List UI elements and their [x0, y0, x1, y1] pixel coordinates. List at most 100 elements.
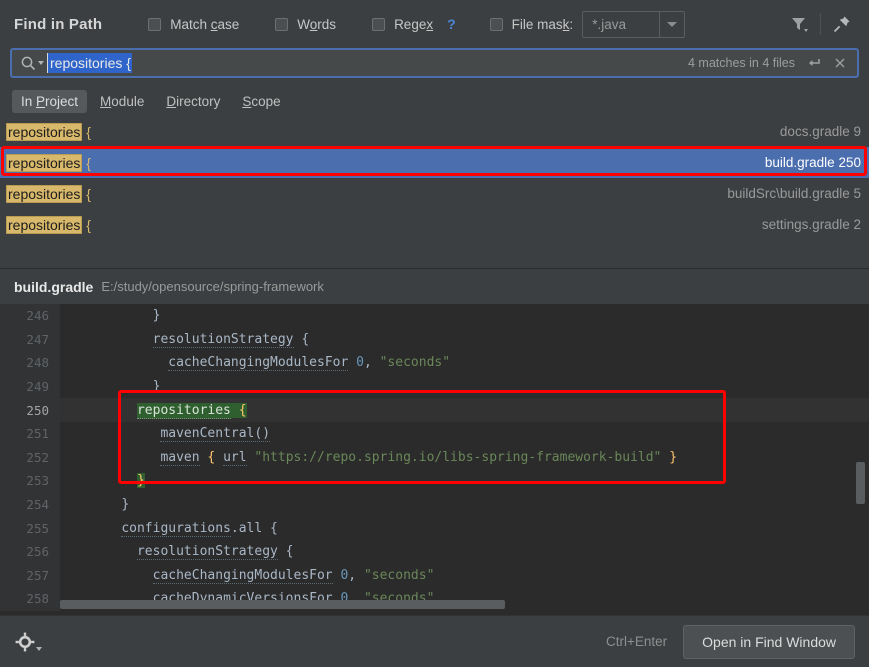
open-in-find-window-button[interactable]: Open in Find Window: [683, 624, 855, 659]
code-token: maven: [160, 449, 200, 466]
words-checkbox[interactable]: [275, 17, 289, 31]
scope-tabs: In Project Module Directory Scope: [0, 86, 869, 116]
line-number: 250: [0, 398, 60, 422]
bottom-actions: Ctrl+Enter Open in Find Window: [606, 624, 855, 659]
code-token: "https://repo.spring.io/libs-spring-fram…: [246, 449, 662, 465]
code-line: 254 }: [0, 492, 869, 517]
code-line: 247 resolutionStrategy {: [0, 327, 869, 352]
line-number: 255: [0, 516, 60, 540]
code-token: }: [136, 473, 145, 489]
code-token: "seconds": [379, 355, 451, 371]
match-highlight: repositories: [6, 122, 83, 141]
vertical-scrollbar[interactable]: [856, 462, 865, 504]
code-line: 252 maven { url "https://repo.spring.io/…: [0, 445, 869, 470]
file-mask-group: File mask: *.java: [489, 10, 686, 38]
match-case-checkbox[interactable]: [148, 17, 162, 31]
line-number: 257: [0, 563, 60, 588]
search-row: repositories { 4 matches in 4 files: [0, 48, 869, 86]
preview-header: build.gradle E:/study/opensource/spring-…: [0, 268, 869, 304]
code-line: 246 }: [0, 304, 869, 328]
line-number: 249: [0, 374, 60, 399]
code-token: ,: [348, 567, 364, 583]
horizontal-scrollbar[interactable]: [60, 600, 505, 609]
line-number: 258: [0, 587, 60, 611]
result-file-label: docs.gradle 9: [779, 124, 861, 139]
line-number: 247: [0, 327, 60, 352]
code-line: 251 mavenCentral(): [0, 421, 869, 446]
match-case-label: Match case: [170, 16, 240, 32]
code-token: {: [230, 402, 247, 418]
line-number: 256: [0, 539, 60, 564]
table-row[interactable]: repositories { docs.gradle 9: [0, 116, 869, 147]
result-preview-text: repositories {: [6, 184, 91, 203]
option-words[interactable]: Words: [275, 17, 336, 32]
file-mask-checkbox[interactable]: [489, 17, 503, 31]
code-line: 248 cacheChangingModulesFor 0, "seconds": [0, 351, 869, 375]
table-row[interactable]: repositories { settings.gradle 2: [0, 209, 869, 240]
search-magnifier-icon[interactable]: [18, 55, 47, 72]
regex-help-link[interactable]: ?: [447, 16, 456, 32]
line-number: 248: [0, 351, 60, 375]
pin-icon[interactable]: [825, 7, 859, 41]
scope-tab-directory[interactable]: Directory: [157, 90, 229, 113]
results-list: repositories { docs.gradle 9 repositorie…: [0, 116, 869, 240]
line-number: 251: [0, 421, 60, 446]
table-row[interactable]: repositories { buildSrc\build.gradle 5: [0, 178, 869, 209]
preview-file-name: build.gradle: [14, 278, 94, 295]
line-number: 252: [0, 445, 60, 470]
result-preview-text: repositories {: [6, 215, 91, 234]
scope-tab-module[interactable]: Module: [91, 90, 153, 113]
code-token: }: [152, 308, 161, 324]
match-highlight: repositories: [6, 153, 83, 172]
bottom-bar: Ctrl+Enter Open in Find Window: [0, 615, 869, 667]
code-match-highlight: repositories: [136, 402, 231, 419]
scope-tab-in-project[interactable]: In Project: [12, 89, 88, 113]
code-token: "seconds": [363, 567, 435, 583]
code-token: url: [223, 449, 247, 466]
code-preview[interactable]: 246 } 247 resolutionStrategy { 248 cache…: [0, 304, 869, 615]
code-token: mavenCentral(): [160, 426, 271, 443]
code-line: 249 }: [0, 374, 869, 399]
table-row[interactable]: repositories { build.gradle 250: [0, 147, 869, 178]
match-highlight: repositories: [6, 184, 83, 203]
regex-label: Regex: [394, 16, 434, 32]
line-number: 246: [0, 304, 60, 328]
regex-checkbox[interactable]: [372, 17, 386, 31]
code-token: resolutionStrategy: [136, 544, 278, 561]
code-token: {: [293, 331, 310, 347]
code-token: ,: [363, 355, 380, 371]
line-number: 254: [0, 492, 60, 517]
result-preview-text: repositories {: [6, 122, 91, 141]
shortcut-hint: Ctrl+Enter: [606, 634, 668, 649]
code-token: }: [661, 449, 678, 465]
code-token: }: [121, 497, 130, 513]
code-token: configurations: [121, 520, 231, 537]
code-token: .all {: [230, 520, 278, 536]
match-count-label: 4 matches in 4 files: [688, 56, 795, 70]
close-x-icon[interactable]: [831, 54, 849, 72]
filter-funnel-icon[interactable]: [782, 7, 816, 41]
search-field-right: 4 matches in 4 files: [688, 54, 851, 72]
find-in-path-dialog: Find in Path Match case Words Regex ? Fi…: [0, 0, 869, 667]
option-regex[interactable]: Regex ?: [372, 16, 456, 32]
code-token: cacheChangingModulesFor: [168, 355, 349, 372]
code-line: 253 }: [0, 469, 869, 493]
match-highlight: repositories: [6, 215, 83, 234]
return-arrow-icon[interactable]: [804, 54, 822, 72]
result-file-label: buildSrc\build.gradle 5: [727, 186, 861, 201]
code-line: 256 resolutionStrategy {: [0, 539, 869, 564]
words-label: Words: [297, 16, 337, 32]
result-file-label: settings.gradle 2: [761, 217, 861, 232]
option-match-case[interactable]: Match case: [148, 17, 239, 32]
scope-tab-scope[interactable]: Scope: [233, 90, 289, 113]
search-query-text: repositories {: [48, 53, 132, 73]
search-input[interactable]: repositories { 4 matches in 4 files: [10, 48, 859, 78]
settings-gear-icon[interactable]: [14, 631, 42, 653]
code-token: {: [199, 449, 224, 465]
file-mask-combobox[interactable]: *.java: [582, 10, 686, 38]
code-token: }: [152, 379, 161, 395]
chevron-down-icon[interactable]: [659, 11, 684, 37]
code-line: 255 configurations.all {: [0, 516, 869, 540]
result-preview-text: repositories {: [6, 153, 91, 172]
result-file-label: build.gradle 250: [764, 155, 861, 170]
